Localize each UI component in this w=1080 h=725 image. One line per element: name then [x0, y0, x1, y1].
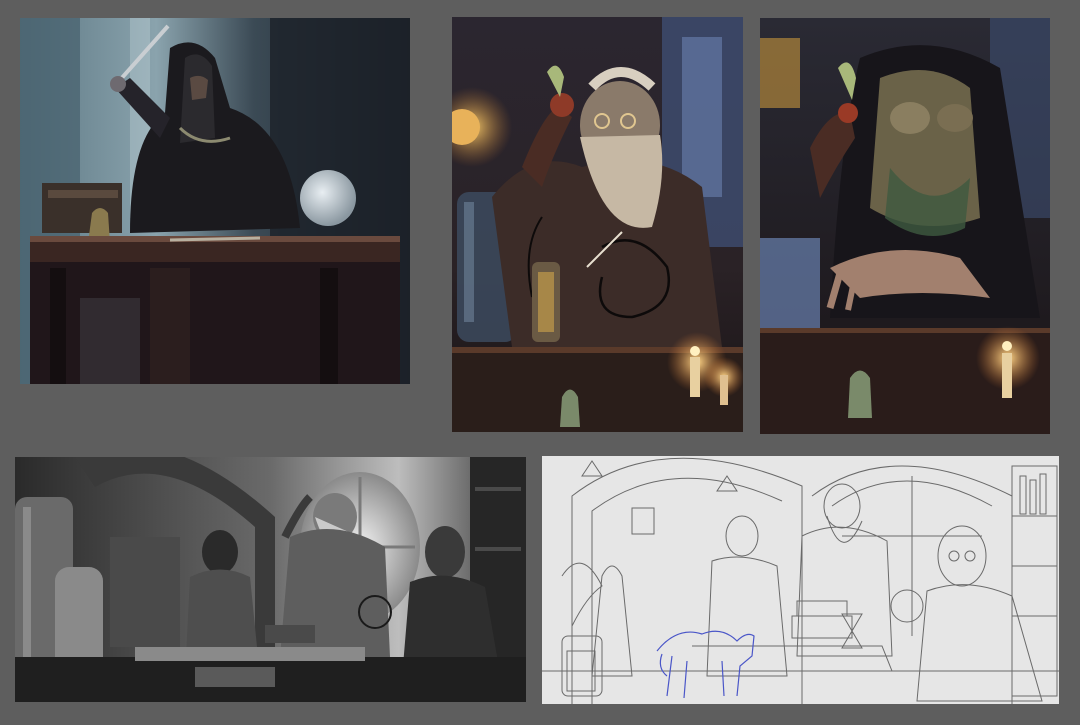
- grayscale-scene: [15, 457, 526, 702]
- bearded-wizard-color-rough: [760, 18, 1050, 434]
- dark-wizard-painting: [20, 18, 410, 384]
- study-room-line-drawing: [542, 456, 1059, 704]
- line-art-scene: [542, 456, 1059, 704]
- study-room-grayscale-value-sketch: [15, 457, 526, 702]
- bearded-wizard-painting: [452, 17, 743, 432]
- bearded-wizard-color-study: [452, 17, 743, 432]
- dark-wizard-color-sketch: [20, 18, 410, 384]
- hooded-wizard-painting: [760, 18, 1050, 434]
